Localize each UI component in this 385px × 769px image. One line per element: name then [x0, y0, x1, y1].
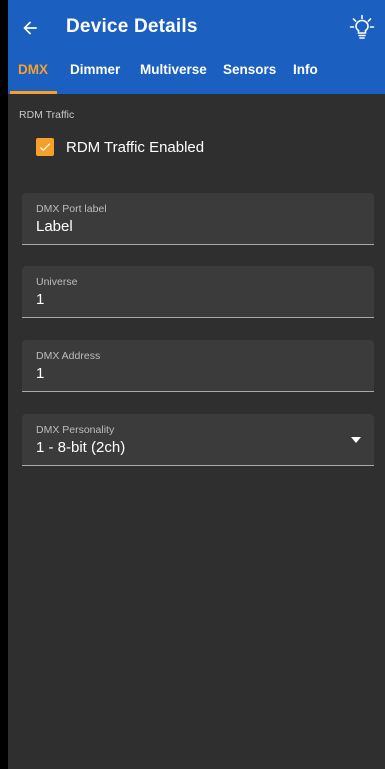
active-tab-indicator — [10, 91, 57, 94]
identify-light-button[interactable] — [345, 10, 379, 44]
rdm-traffic-checkbox-label: RDM Traffic Enabled — [66, 138, 205, 156]
dmx-personality-select-label: DMX Personality — [36, 424, 115, 436]
back-button[interactable] — [14, 12, 46, 44]
tab-info[interactable]: Info — [293, 62, 318, 77]
app-bar: Device Details DMX Dimmer Multiverse Sen — [8, 0, 385, 94]
universe-field[interactable]: Universe 1 — [22, 266, 374, 318]
dmx-address-field-value: 1 — [36, 365, 45, 382]
dmx-personality-select[interactable]: DMX Personality 1 - 8-bit (2ch) — [22, 414, 374, 466]
dmx-port-label-field-label: DMX Port label — [36, 203, 107, 215]
lightbulb-icon — [349, 14, 375, 39]
caret-down-icon — [351, 437, 361, 443]
rdm-traffic-checkbox[interactable]: RDM Traffic Enabled — [36, 136, 204, 158]
tab-dmx[interactable]: DMX — [18, 62, 48, 77]
tab-sensors[interactable]: Sensors — [223, 62, 276, 77]
device-details-screen: Device Details DMX Dimmer Multiverse Sen — [8, 0, 385, 769]
dmx-port-label-field-value: Label — [36, 218, 73, 235]
tab-multiverse[interactable]: Multiverse — [140, 62, 207, 77]
tab-bar: DMX Dimmer Multiverse Sensors Info — [8, 56, 385, 94]
dmx-address-field[interactable]: DMX Address 1 — [22, 340, 374, 392]
arrow-left-icon — [23, 21, 37, 35]
dmx-port-label-field[interactable]: DMX Port label Label — [22, 193, 374, 245]
dmx-address-field-label: DMX Address — [36, 350, 101, 362]
dmx-personality-select-value: 1 - 8-bit (2ch) — [36, 439, 126, 456]
checkbox-checked-icon — [36, 138, 54, 156]
rdm-section-label: RDM Traffic — [19, 109, 75, 121]
universe-field-value: 1 — [36, 291, 45, 308]
universe-field-label: Universe — [36, 276, 78, 288]
page-title: Device Details — [66, 16, 198, 37]
tab-dimmer[interactable]: Dimmer — [70, 62, 120, 77]
